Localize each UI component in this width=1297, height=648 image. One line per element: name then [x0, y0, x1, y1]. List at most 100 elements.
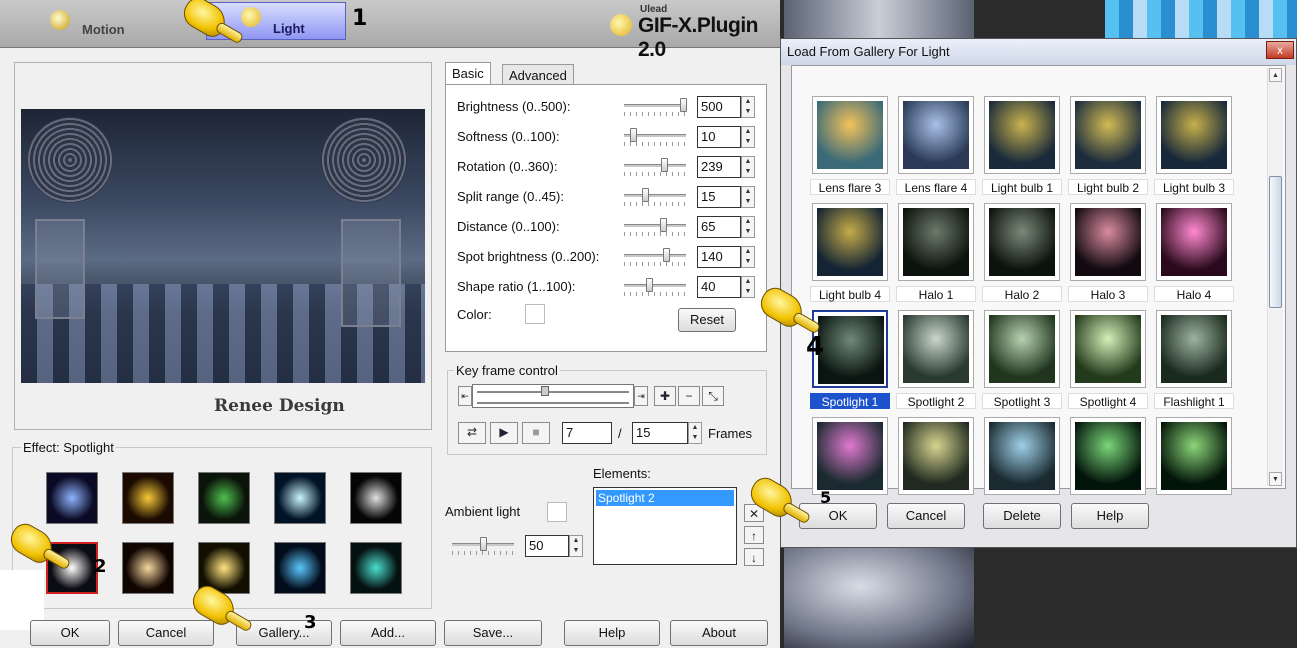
reset-button[interactable]: Reset — [678, 308, 736, 332]
param-value-input[interactable]: 40 — [697, 276, 741, 298]
gallery-item-label[interactable]: Lens flare 4 — [896, 179, 976, 195]
gallery-thumb[interactable] — [1156, 203, 1232, 281]
param-slider-track[interactable] — [624, 164, 686, 167]
gallery-scrollbar[interactable]: ▲ ▼ — [1267, 68, 1283, 486]
element-down-icon[interactable]: ↓ — [744, 548, 764, 566]
gallery-thumb[interactable] — [898, 203, 974, 281]
tab-basic[interactable]: Basic — [445, 62, 491, 86]
gallery-thumb[interactable] — [984, 96, 1060, 174]
current-frame-input[interactable]: 7 — [562, 422, 612, 444]
param-spinner[interactable]: ▲ ▼ — [741, 276, 755, 298]
gallery-item-label[interactable]: Light bulb 2 — [1068, 179, 1148, 195]
ok-button[interactable]: OK — [30, 620, 110, 646]
dialog-close-icon[interactable]: x — [1266, 41, 1294, 59]
tab-motion[interactable]: Motion — [36, 4, 200, 42]
param-slider-thumb[interactable] — [646, 278, 653, 292]
elements-list[interactable]: Spotlight 2 — [593, 487, 737, 565]
help-button[interactable]: Help — [564, 620, 660, 646]
param-spinner[interactable]: ▲ ▼ — [741, 186, 755, 208]
param-value-input[interactable]: 500 — [697, 96, 741, 118]
param-slider-thumb[interactable] — [661, 158, 668, 172]
add-keyframe-icon[interactable]: ✚ — [654, 386, 676, 406]
dialog-delete-button[interactable]: Delete — [983, 503, 1061, 529]
gallery-item-label[interactable]: Spotlight 1 — [810, 393, 890, 409]
gallery-thumb[interactable] — [812, 417, 888, 495]
gallery-thumb[interactable] — [898, 310, 974, 388]
param-slider-track[interactable] — [624, 284, 686, 287]
tab-advanced[interactable]: Advanced — [502, 64, 574, 86]
element-up-icon[interactable]: ↑ — [744, 526, 764, 544]
dialog-ok-button[interactable]: OK — [799, 503, 877, 529]
ambient-slider-thumb[interactable] — [480, 537, 487, 551]
param-slider-thumb[interactable] — [680, 98, 687, 112]
gallery-thumb[interactable] — [984, 417, 1060, 495]
beam-effect-thumb[interactable] — [274, 542, 326, 594]
dialog-cancel-button[interactable]: Cancel — [887, 503, 965, 529]
param-slider-track[interactable] — [624, 254, 686, 257]
scrollbar-thumb[interactable] — [1269, 176, 1282, 308]
gallery-item-label[interactable]: Spotlight 2 — [896, 393, 976, 409]
loop-icon[interactable]: ⇄ — [458, 422, 486, 444]
ambient-color-swatch[interactable] — [547, 502, 567, 522]
add-button[interactable]: Add... — [340, 620, 436, 646]
ambient-light-input[interactable]: 50 — [525, 535, 569, 557]
param-spinner[interactable]: ▲ ▼ — [741, 216, 755, 238]
scroll-down-icon[interactable]: ▼ — [1269, 472, 1282, 486]
total-frames-input[interactable]: 15 — [632, 422, 688, 444]
gallery-thumb[interactable] — [898, 96, 974, 174]
gallery-thumb[interactable] — [1156, 96, 1232, 174]
reverse-keyframe-icon[interactable]: ⤡ — [702, 386, 724, 406]
gallery-thumb[interactable] — [1070, 417, 1146, 495]
total-frames-spinner[interactable]: ▲ ▼ — [688, 422, 702, 444]
param-slider-track[interactable] — [624, 104, 686, 107]
param-value-input[interactable]: 65 — [697, 216, 741, 238]
param-spinner[interactable]: ▲ ▼ — [741, 126, 755, 148]
gallery-item-label[interactable]: Halo 4 — [1154, 286, 1234, 302]
param-spinner[interactable]: ▲ ▼ — [741, 156, 755, 178]
gallery-thumb[interactable] — [1070, 310, 1146, 388]
gallery-item-label[interactable]: Halo 3 — [1068, 286, 1148, 302]
gallery-item-label[interactable]: Flashlight 1 — [1154, 393, 1234, 409]
gallery-thumb[interactable] — [1070, 96, 1146, 174]
cancel-button[interactable]: Cancel — [118, 620, 214, 646]
param-spinner[interactable]: ▲ ▼ — [741, 246, 755, 268]
remove-keyframe-icon[interactable]: − — [678, 386, 700, 406]
ambient-light-spinner[interactable]: ▲ ▼ — [569, 535, 583, 557]
play-icon[interactable]: ▶ — [490, 422, 518, 444]
rainbow-effect-thumb[interactable] — [350, 542, 402, 594]
timeline-thumb[interactable] — [541, 386, 549, 396]
param-value-input[interactable]: 15 — [697, 186, 741, 208]
color-swatch[interactable] — [525, 304, 545, 324]
param-value-input[interactable]: 140 — [697, 246, 741, 268]
param-value-input[interactable]: 10 — [697, 126, 741, 148]
color-palette[interactable] — [1105, 0, 1297, 40]
gallery-item-label[interactable]: Spotlight 4 — [1068, 393, 1148, 409]
gallery-thumb[interactable] — [984, 310, 1060, 388]
gallery-thumb[interactable] — [984, 203, 1060, 281]
stop-icon[interactable]: ■ — [522, 422, 550, 444]
glow-effect-thumb[interactable] — [122, 542, 174, 594]
param-slider-track[interactable] — [624, 224, 686, 227]
gallery-thumb[interactable] — [812, 96, 888, 174]
save-button[interactable]: Save... — [444, 620, 542, 646]
gallery-thumb[interactable] — [1156, 310, 1232, 388]
gallery-thumb[interactable] — [898, 417, 974, 495]
param-slider-thumb[interactable] — [642, 188, 649, 202]
gallery-item-label[interactable]: Lens flare 3 — [810, 179, 890, 195]
gallery-thumb[interactable] — [1070, 203, 1146, 281]
lightning-effect-thumb[interactable] — [46, 472, 98, 524]
param-value-input[interactable]: 239 — [697, 156, 741, 178]
timeline-start-icon[interactable]: ⇤ — [458, 386, 472, 406]
keyframe-timeline[interactable] — [472, 384, 634, 408]
about-button[interactable]: About — [670, 620, 768, 646]
param-slider-thumb[interactable] — [630, 128, 637, 142]
param-slider-thumb[interactable] — [660, 218, 667, 232]
ring-effect-thumb[interactable] — [350, 472, 402, 524]
gallery-item-label[interactable]: Light bulb 4 — [810, 286, 890, 302]
scroll-up-icon[interactable]: ▲ — [1269, 68, 1282, 82]
dialog-help-button[interactable]: Help — [1071, 503, 1149, 529]
gallery-thumb[interactable] — [1156, 417, 1232, 495]
gallery-thumb[interactable] — [812, 203, 888, 281]
lens-flare-effect-thumb[interactable] — [198, 472, 250, 524]
gallery-item-label[interactable]: Light bulb 1 — [982, 179, 1062, 195]
